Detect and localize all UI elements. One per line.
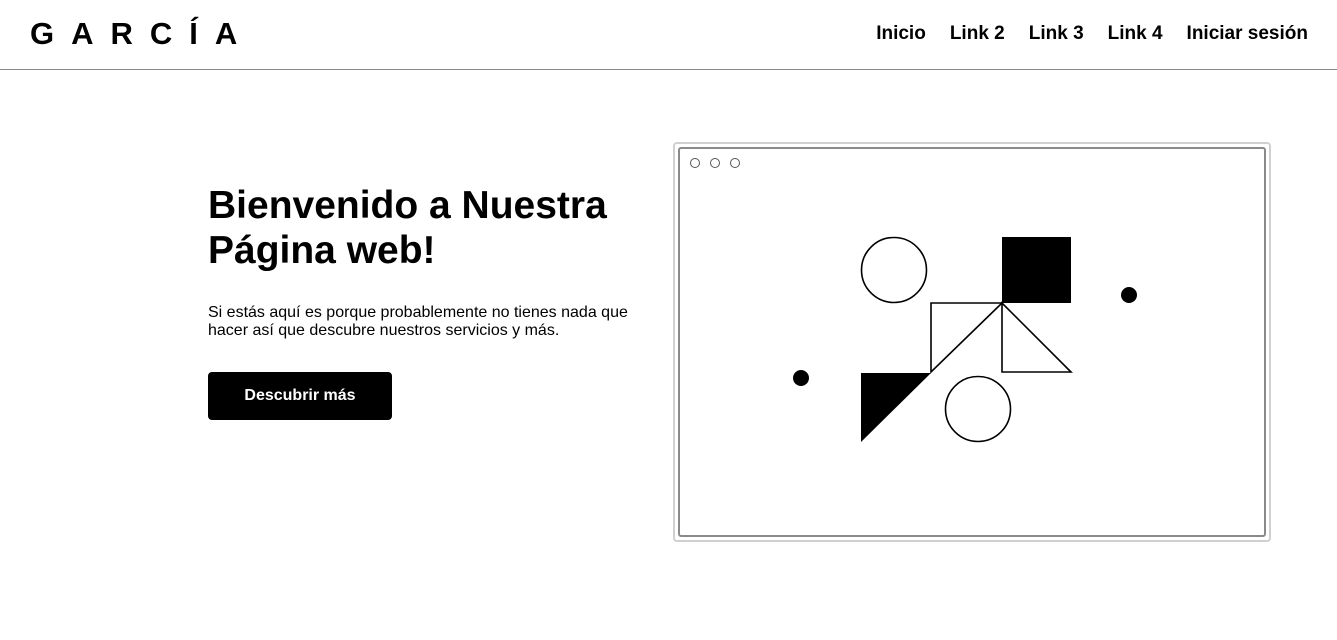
nav-link-link-2[interactable]: Link 2 xyxy=(950,22,1005,46)
outline-triangle-shape xyxy=(930,302,1004,374)
nav-links: Inicio Link 2 Link 3 Link 4 Iniciar sesi… xyxy=(876,22,1308,46)
filled-square-shape xyxy=(1002,237,1071,303)
geometric-shapes-illustration xyxy=(793,236,1137,443)
hero-title: Bienvenido a Nuestra Página web! xyxy=(208,184,607,272)
outline-circle-shape xyxy=(860,236,928,304)
outline-triangle-shape xyxy=(1001,301,1073,373)
filled-dot-shape xyxy=(1121,287,1137,303)
nav-link-link-3[interactable]: Link 3 xyxy=(1029,22,1084,46)
brand-logo[interactable]: GARCÍA xyxy=(30,14,254,54)
browser-mockup-inner xyxy=(678,147,1266,537)
browser-mockup xyxy=(673,142,1271,542)
filled-dot-shape xyxy=(793,370,809,386)
nav-link-inicio[interactable]: Inicio xyxy=(876,22,926,46)
navbar: GARCÍA Inicio Link 2 Link 3 Link 4 Inici… xyxy=(0,0,1337,70)
nav-link-login[interactable]: Iniciar sesión xyxy=(1187,22,1308,46)
outline-circle-shape xyxy=(944,375,1012,443)
filled-triangle-shape xyxy=(861,373,931,442)
nav-link-link-4[interactable]: Link 4 xyxy=(1108,22,1163,46)
hero-description: Si estás aquí es porque probablemente no… xyxy=(208,304,628,339)
discover-more-button[interactable]: Descubrir más xyxy=(208,372,392,420)
